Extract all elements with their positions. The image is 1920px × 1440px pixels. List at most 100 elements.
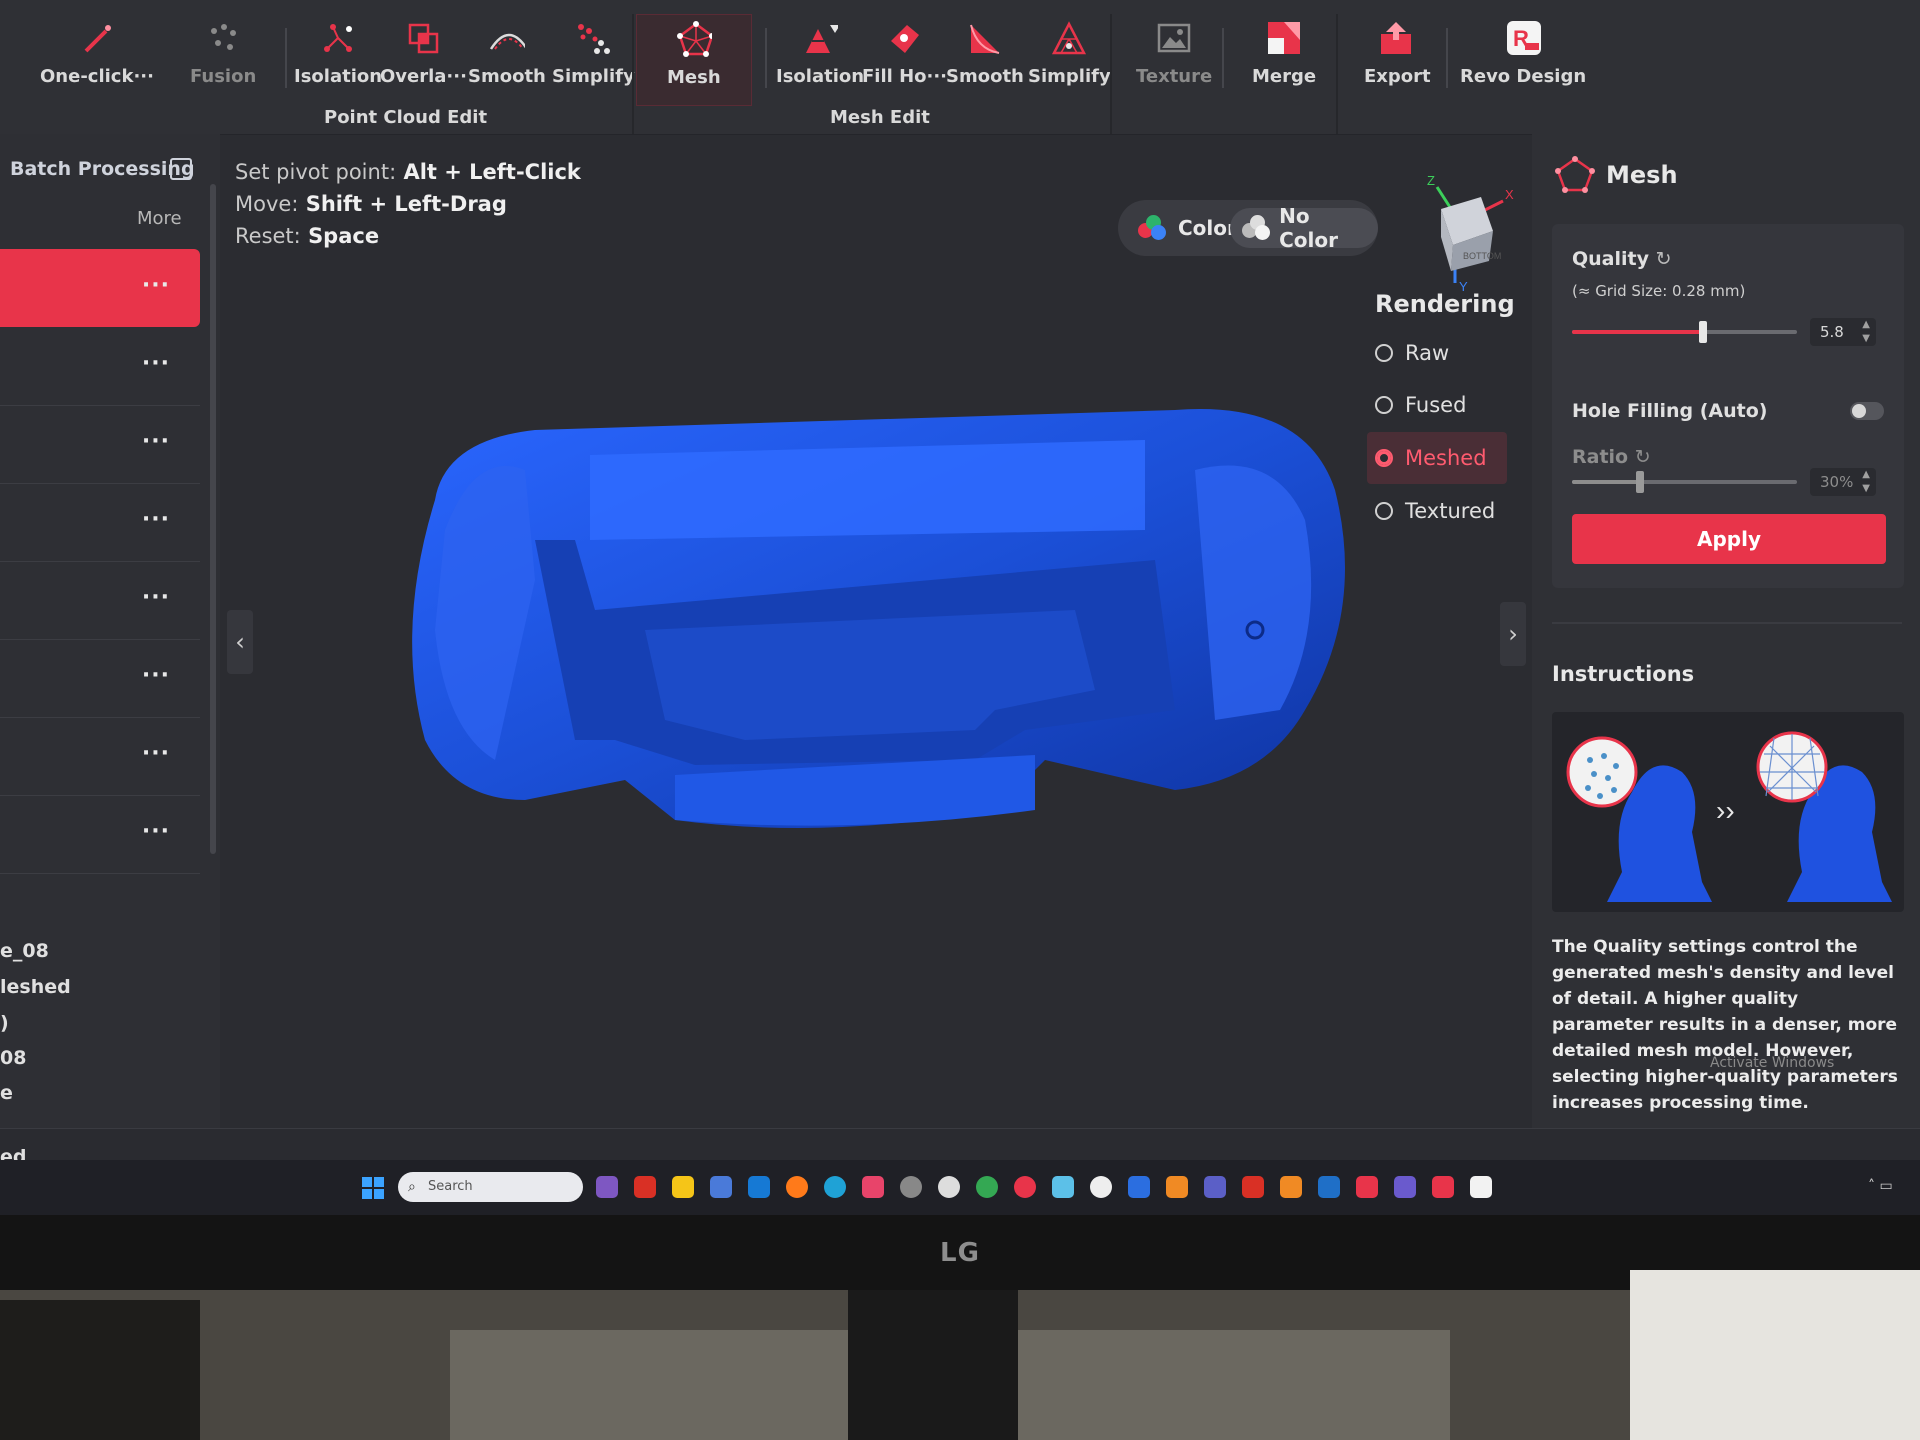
stepper-icon[interactable]: ▲ ▼ bbox=[1862, 468, 1870, 496]
isolation-tool[interactable]: Isolation bbox=[294, 20, 382, 100]
taskbar-search-input[interactable]: ⌕ Search bbox=[398, 1172, 583, 1202]
photoshop-icon[interactable] bbox=[1318, 1176, 1340, 1198]
windows-start-icon[interactable] bbox=[362, 1177, 384, 1199]
list-item[interactable]: ··· bbox=[0, 249, 200, 327]
left-scrollbar[interactable] bbox=[210, 184, 216, 854]
color-dots-icon bbox=[1138, 215, 1168, 241]
ratio-slider-thumb[interactable] bbox=[1635, 471, 1644, 493]
orientation-cube[interactable]: BOTTOM Z X Y bbox=[1415, 175, 1515, 295]
simplify-tool[interactable]: Simplify bbox=[552, 20, 635, 100]
app-icon[interactable] bbox=[1052, 1176, 1074, 1198]
quality-slider-thumb[interactable] bbox=[1698, 321, 1707, 343]
overlap-tool[interactable]: Overla··· bbox=[380, 20, 467, 100]
app-icon[interactable] bbox=[1470, 1176, 1492, 1198]
merge-icon bbox=[1266, 20, 1302, 56]
mesh-simplify-icon bbox=[1051, 20, 1087, 56]
list-item[interactable]: ··· bbox=[0, 639, 200, 718]
list-item[interactable]: ··· bbox=[0, 717, 200, 796]
fill-holes-tool[interactable]: Fill Ho··· bbox=[862, 20, 947, 100]
row-menu-icon[interactable]: ··· bbox=[142, 663, 170, 688]
quality-label-text: Quality bbox=[1572, 248, 1649, 270]
refresh-icon[interactable]: ↻ bbox=[1656, 248, 1672, 270]
radio-icon bbox=[1375, 344, 1393, 362]
collapse-left-panel-button[interactable]: ‹ bbox=[227, 610, 253, 674]
row-menu-icon[interactable]: ··· bbox=[142, 273, 170, 298]
tool-label: Mesh bbox=[667, 67, 721, 88]
acrobat-icon[interactable] bbox=[634, 1176, 656, 1198]
mesh-isolation-tool[interactable]: Isolation bbox=[776, 20, 864, 100]
mesh-simplify-tool[interactable]: Simplify bbox=[1028, 20, 1111, 100]
row-menu-icon[interactable]: ··· bbox=[142, 429, 170, 454]
file-explorer-icon[interactable] bbox=[672, 1176, 694, 1198]
mesh-smooth-tool[interactable]: Smooth bbox=[946, 20, 1024, 100]
ratio-value-input[interactable]: 30% ▲ ▼ bbox=[1810, 468, 1876, 496]
ratio-slider[interactable] bbox=[1572, 471, 1797, 493]
app-icon[interactable] bbox=[900, 1176, 922, 1198]
row-menu-icon[interactable]: ··· bbox=[142, 507, 170, 532]
ratio-refresh-icon[interactable]: ↻ bbox=[1635, 446, 1651, 468]
apply-button[interactable]: Apply bbox=[1572, 514, 1886, 564]
acrobat-icon[interactable] bbox=[1242, 1176, 1264, 1198]
app-icon[interactable] bbox=[1432, 1176, 1454, 1198]
merge-tool[interactable]: Merge bbox=[1252, 20, 1316, 100]
list-item[interactable]: ··· bbox=[0, 405, 200, 484]
no-color-option[interactable]: No Color bbox=[1230, 204, 1378, 252]
row-menu-icon[interactable]: ··· bbox=[142, 585, 170, 610]
outlook-icon[interactable] bbox=[748, 1176, 770, 1198]
list-item[interactable]: ··· bbox=[0, 327, 200, 406]
store-icon[interactable] bbox=[710, 1176, 732, 1198]
export-tool[interactable]: Export bbox=[1364, 20, 1431, 100]
app-icon[interactable] bbox=[1128, 1176, 1150, 1198]
row-menu-icon[interactable]: ··· bbox=[142, 819, 170, 844]
tool-label: Isolation bbox=[776, 66, 865, 87]
quality-slider[interactable] bbox=[1572, 321, 1797, 343]
radio-label: Fused bbox=[1405, 393, 1467, 417]
group-divider bbox=[1110, 14, 1112, 134]
tray-chevron-icon[interactable]: ˄ ▭ bbox=[1868, 1178, 1893, 1194]
batch-icon[interactable] bbox=[170, 158, 192, 180]
copilot-icon[interactable] bbox=[596, 1176, 618, 1198]
list-item[interactable]: ··· bbox=[0, 561, 200, 640]
collapse-right-panel-button[interactable]: › bbox=[1500, 602, 1526, 666]
ratio-value: 30% bbox=[1820, 473, 1854, 491]
mesh-smooth-icon bbox=[967, 20, 1003, 56]
ratio-slider-fill bbox=[1572, 480, 1640, 484]
hole-filling-toggle[interactable] bbox=[1850, 402, 1884, 420]
mesh-panel-title: Mesh bbox=[1606, 161, 1678, 189]
ratio-label-text: Ratio bbox=[1572, 446, 1629, 468]
stepper-icon[interactable]: ▲ ▼ bbox=[1862, 318, 1870, 346]
render-raw-option[interactable]: Raw bbox=[1375, 333, 1449, 373]
list-item[interactable]: ··· bbox=[0, 483, 200, 562]
3d-viewport[interactable]: Set pivot point: Alt + Left-Click Move: … bbox=[227, 140, 1530, 1125]
group-divider bbox=[1336, 14, 1338, 134]
edge-icon[interactable] bbox=[824, 1176, 846, 1198]
app-icon[interactable] bbox=[1090, 1176, 1112, 1198]
info-line: e bbox=[0, 1082, 13, 1104]
revo-design-tool[interactable]: R Revo Design bbox=[1460, 20, 1586, 100]
blender-icon[interactable] bbox=[1280, 1176, 1302, 1198]
one-click-tool[interactable]: One-click··· bbox=[40, 20, 154, 100]
scanned-mesh-model[interactable] bbox=[375, 380, 1395, 900]
instructions-illustration: ›› bbox=[1552, 712, 1904, 912]
app-icon[interactable] bbox=[1356, 1176, 1378, 1198]
firefox-icon[interactable] bbox=[786, 1176, 808, 1198]
fusion-tool[interactable]: Fusion bbox=[190, 20, 256, 100]
mesh-tool[interactable]: Mesh bbox=[636, 14, 752, 106]
app-icon[interactable] bbox=[938, 1176, 960, 1198]
row-menu-icon[interactable]: ··· bbox=[142, 351, 170, 376]
texture-tool[interactable]: Texture bbox=[1136, 20, 1212, 100]
list-item[interactable]: ··· bbox=[0, 795, 200, 874]
more-link[interactable]: More bbox=[137, 208, 182, 229]
fusion-dots-icon bbox=[205, 20, 241, 56]
app-icon[interactable] bbox=[1014, 1176, 1036, 1198]
media-icon[interactable] bbox=[862, 1176, 884, 1198]
teams-icon[interactable] bbox=[1204, 1176, 1226, 1198]
chrome-icon[interactable] bbox=[976, 1176, 998, 1198]
revo-scan-icon[interactable] bbox=[1394, 1176, 1416, 1198]
smooth-tool[interactable]: Smooth bbox=[468, 20, 546, 100]
toolbar-divider bbox=[765, 28, 767, 88]
row-menu-icon[interactable]: ··· bbox=[142, 741, 170, 766]
hint-key: Set pivot point: bbox=[235, 160, 397, 184]
quality-value-input[interactable]: 5.8 ▲ ▼ bbox=[1810, 318, 1876, 346]
blender-icon[interactable] bbox=[1166, 1176, 1188, 1198]
